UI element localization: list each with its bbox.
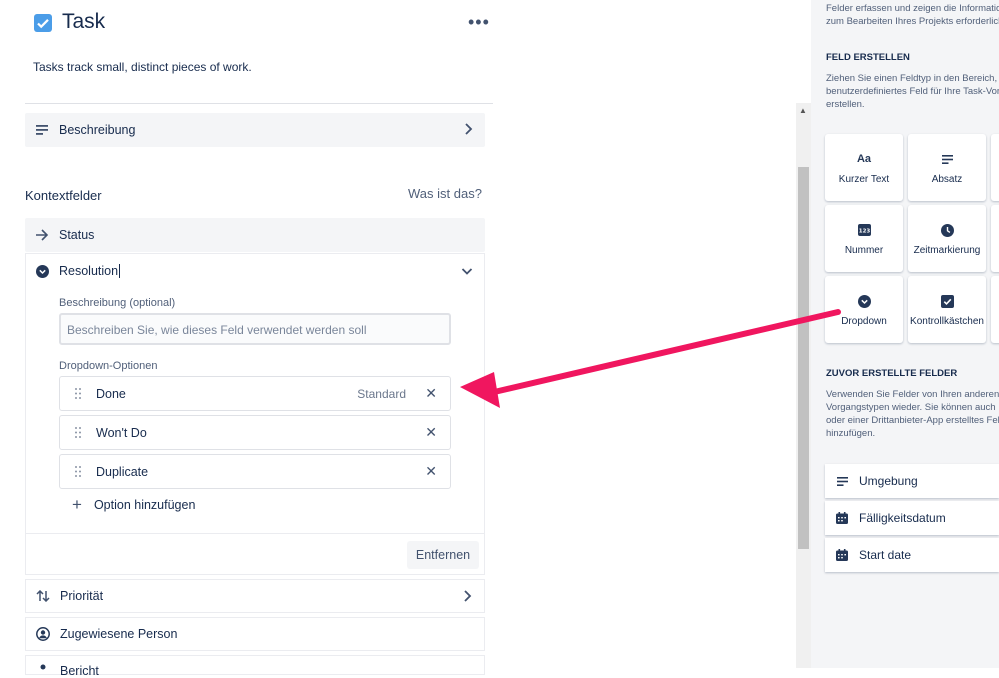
field-type-number[interactable]: 123 Nummer xyxy=(825,205,903,272)
close-icon[interactable]: ✕ xyxy=(425,463,437,480)
create-field-title: FELD ERSTELLEN xyxy=(826,52,910,63)
prev-field-umgebung[interactable]: Umgebung xyxy=(825,464,999,498)
field-type-card-partial[interactable] xyxy=(991,134,999,201)
task-type-icon xyxy=(34,14,52,32)
previously-created-title: ZUVOR ERSTELLTE FELDER xyxy=(826,368,958,379)
field-row-label: Beschreibung xyxy=(59,123,136,137)
field-row-status[interactable]: Status xyxy=(25,218,485,252)
drag-handle-icon[interactable] xyxy=(60,466,96,477)
short-text-icon: Aa xyxy=(856,153,872,165)
field-type-card-partial[interactable] xyxy=(991,205,999,272)
scrollbar-thumb[interactable] xyxy=(798,167,809,549)
arrow-right-icon xyxy=(25,229,59,241)
divider xyxy=(25,103,493,104)
option-label: Duplicate xyxy=(96,464,149,479)
divider xyxy=(25,533,485,534)
close-icon[interactable]: ✕ xyxy=(425,424,437,441)
field-row-label: Priorität xyxy=(60,589,104,603)
svg-text:123: 123 xyxy=(858,228,870,234)
field-row-resolution[interactable]: Resolution xyxy=(25,256,485,286)
calendar-icon xyxy=(825,549,859,561)
field-row-assignee[interactable]: Zugewiesene Person xyxy=(25,617,485,651)
option-label: Done xyxy=(96,386,126,401)
field-row-label: Zugewiesene Person xyxy=(60,627,178,641)
previously-created-text: Verwenden Sie Felder von Ihren anderen V… xyxy=(826,389,999,439)
prev-field-due-date[interactable]: Fälligkeitsdatum xyxy=(825,501,999,535)
field-row-label: Resolution xyxy=(59,264,119,278)
description-label: Beschreibung (optional) xyxy=(59,297,176,309)
number-icon: 123 xyxy=(857,221,871,239)
field-type-timestamp[interactable]: Zeitmarkierung xyxy=(908,205,986,272)
intro-text: Felder erfassen und zeigen die Informati… xyxy=(826,3,999,27)
page-title: Task xyxy=(62,10,106,33)
clock-icon xyxy=(940,221,954,239)
field-row-beschreibung[interactable]: Beschreibung xyxy=(25,113,485,147)
field-row-label: Status xyxy=(59,228,95,242)
priority-icon xyxy=(26,590,60,602)
field-row-reporter[interactable]: Bericht xyxy=(25,655,485,678)
plus-icon: + xyxy=(72,495,82,514)
drag-handle-icon[interactable] xyxy=(60,427,96,438)
context-fields-title: Kontextfelder xyxy=(25,188,102,203)
add-option-button[interactable]: + Option hinzufügen xyxy=(72,495,196,514)
paragraph-icon xyxy=(25,125,59,135)
paragraph-icon xyxy=(825,476,859,486)
paragraph-icon xyxy=(941,150,953,168)
description-input[interactable]: Beschreiben Sie, wie dieses Feld verwend… xyxy=(59,313,451,345)
option-item[interactable]: Done Standard ✕ xyxy=(59,376,451,411)
dropdown-icon xyxy=(857,292,871,310)
field-row-priority[interactable]: Priorität xyxy=(25,579,485,613)
chevron-down-icon[interactable] xyxy=(461,265,473,279)
issue-type-description: Tasks track small, distinct pieces of wo… xyxy=(33,60,252,74)
field-type-card-partial[interactable] xyxy=(991,276,999,343)
option-item[interactable]: Duplicate ✕ xyxy=(59,454,451,489)
create-field-text: Ziehen Sie einen Feldtyp in den Bereich,… xyxy=(826,73,999,110)
person-icon xyxy=(26,627,60,641)
option-item[interactable]: Won't Do ✕ xyxy=(59,415,451,450)
remove-button[interactable]: Entfernen xyxy=(407,541,479,569)
more-menu-button[interactable]: ••• xyxy=(468,12,490,33)
chevron-right-icon xyxy=(462,589,472,606)
default-badge: Standard xyxy=(357,386,406,401)
checkbox-icon xyxy=(940,292,954,310)
prev-field-start-date[interactable]: Start date xyxy=(825,538,999,572)
dropdown-icon xyxy=(25,264,59,278)
drag-handle-icon[interactable] xyxy=(60,388,96,399)
field-type-checkbox[interactable]: Kontrollkästchen xyxy=(908,276,986,343)
person-icon xyxy=(26,664,60,676)
field-type-dropdown[interactable]: Dropdown xyxy=(825,276,903,343)
calendar-icon xyxy=(825,512,859,524)
text-cursor xyxy=(119,264,121,278)
field-row-label: Bericht xyxy=(60,664,99,678)
option-label: Won't Do xyxy=(96,425,147,440)
add-option-label: Option hinzufügen xyxy=(93,498,196,512)
chevron-right-icon xyxy=(463,122,473,139)
scroll-up-arrow-icon[interactable]: ▲ xyxy=(799,106,807,115)
field-type-paragraph[interactable]: Absatz xyxy=(908,134,986,201)
what-is-this-link[interactable]: Was ist das? xyxy=(408,186,482,201)
close-icon[interactable]: ✕ xyxy=(425,385,437,402)
dropdown-options-label: Dropdown-Optionen xyxy=(59,360,158,372)
field-type-short-text[interactable]: Aa Kurzer Text xyxy=(825,134,903,201)
